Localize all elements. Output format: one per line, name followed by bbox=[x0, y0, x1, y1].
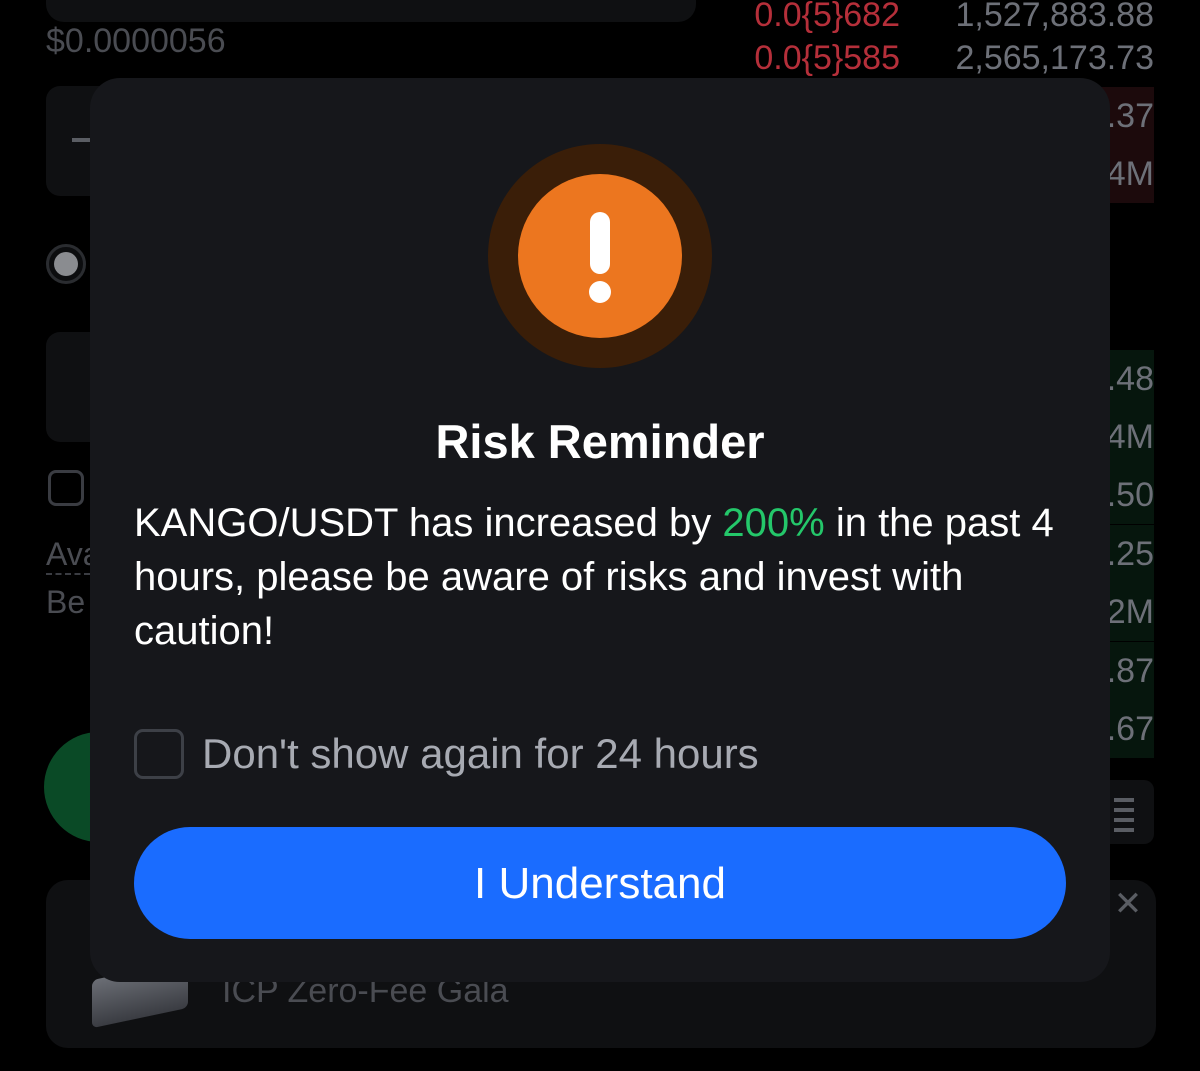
list-icon-bar bbox=[1114, 828, 1134, 832]
list-icon-bar bbox=[1114, 818, 1134, 822]
radio-button[interactable] bbox=[46, 244, 86, 284]
dialog-title: Risk Reminder bbox=[435, 415, 765, 468]
best-label: Be bbox=[46, 584, 86, 620]
dialog-message: KANGO/USDT has increased by 200% in the … bbox=[134, 496, 1054, 658]
i-understand-button[interactable]: I Understand bbox=[134, 827, 1066, 939]
close-icon[interactable]: ✕ bbox=[1112, 887, 1144, 921]
dont-show-label[interactable]: Don't show again for 24 hours bbox=[202, 730, 759, 778]
dont-show-checkbox[interactable] bbox=[134, 729, 184, 779]
warning-icon-halo bbox=[488, 144, 712, 368]
trading-page: $0.0000056 0.0{5}682 1,527,883.88 0.0{5}… bbox=[0, 0, 1200, 1071]
last-price: $0.0000056 bbox=[46, 22, 226, 60]
increase-percentage: 200% bbox=[722, 501, 825, 545]
price-input-card[interactable] bbox=[46, 0, 696, 22]
list-icon-bar bbox=[1114, 808, 1134, 812]
tp-sl-checkbox[interactable] bbox=[48, 470, 84, 506]
message-prefix: KANGO/USDT has increased by bbox=[134, 501, 723, 545]
risk-reminder-dialog: Risk Reminder KANGO/USDT has increased b… bbox=[90, 78, 1110, 982]
available-label: Ava bbox=[46, 536, 90, 575]
dont-show-again-option[interactable]: Don't show again for 24 hours bbox=[134, 726, 759, 782]
list-icon-bar bbox=[1114, 798, 1134, 802]
exclamation-icon bbox=[518, 174, 682, 338]
